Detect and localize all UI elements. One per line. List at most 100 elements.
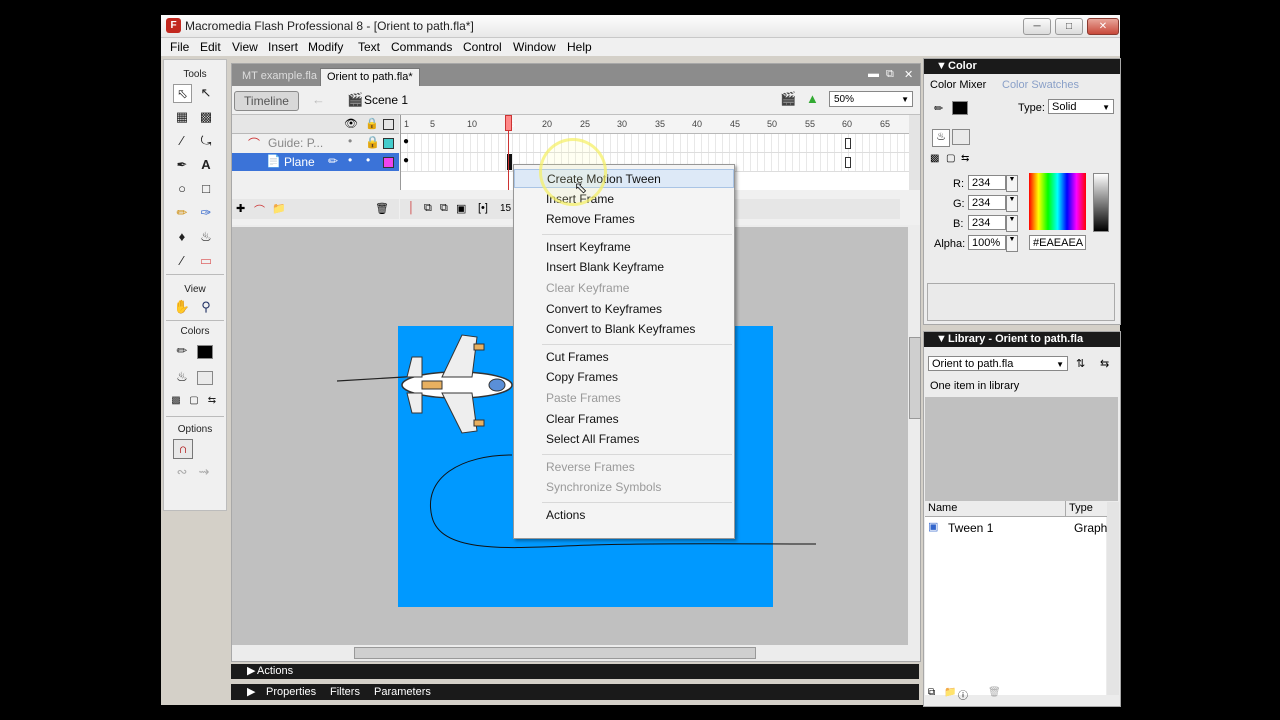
menu-file[interactable]: File bbox=[170, 40, 189, 54]
pen-tool-icon[interactable]: ✒ bbox=[173, 156, 191, 174]
r-dropdown-icon[interactable]: ▼ bbox=[1006, 175, 1018, 192]
keyframe-dot-icon[interactable]: ● bbox=[403, 136, 409, 147]
eraser-tool-icon[interactable]: ▭ bbox=[197, 252, 215, 270]
lasso-tool-icon[interactable]: ⤿ bbox=[197, 132, 215, 150]
menu-insert[interactable]: Insert bbox=[268, 40, 298, 54]
arrow-tool-icon[interactable]: ⬁ bbox=[173, 84, 192, 103]
timeline-toggle-button[interactable]: Timeline bbox=[234, 91, 299, 111]
properties-panel-bar[interactable]: ▶ Properties Filters Parameters bbox=[231, 684, 919, 700]
edit-scene-icon[interactable]: 🎬 bbox=[780, 91, 796, 107]
locked-icon[interactable]: 🔒 bbox=[365, 135, 380, 149]
menu-item-cut-frames[interactable]: Cut Frames bbox=[514, 348, 734, 367]
back-arrow-icon[interactable]: ← bbox=[312, 92, 325, 107]
free-transform-tool-icon[interactable]: ▦ bbox=[173, 108, 191, 126]
swap-colors-icon[interactable]: ⇆ bbox=[203, 392, 221, 410]
fill-transform-tool-icon[interactable]: ▩ bbox=[197, 108, 215, 126]
delete-icon[interactable]: 🗑 bbox=[988, 687, 1001, 698]
visible-dot-icon[interactable]: • bbox=[348, 153, 352, 167]
menu-text[interactable]: Text bbox=[358, 40, 380, 54]
insert-folder-icon[interactable]: 📁 bbox=[272, 202, 286, 215]
library-doc-select[interactable]: Orient to path.fla ▼ bbox=[928, 356, 1068, 371]
eyedropper-tool-icon[interactable]: ∕ bbox=[173, 252, 191, 270]
tab-mt-example[interactable]: MT example.fla bbox=[236, 68, 323, 85]
tab-orient-to-path[interactable]: Orient to path.fla* bbox=[320, 68, 420, 86]
new-symbol-icon[interactable]: ⧉ bbox=[928, 687, 935, 698]
hand-tool-icon[interactable]: ✋ bbox=[173, 298, 191, 316]
line-tool-icon[interactable]: ∕ bbox=[173, 132, 191, 150]
frame-row-guide[interactable]: ● bbox=[401, 134, 909, 153]
tab-filters[interactable]: Filters bbox=[330, 684, 360, 700]
alpha-input[interactable]: 100% bbox=[968, 235, 1006, 250]
menu-window[interactable]: Window bbox=[513, 40, 556, 54]
ink-bottle-tool-icon[interactable]: ♦ bbox=[173, 228, 191, 246]
fill-swatch[interactable] bbox=[952, 129, 970, 145]
menu-edit[interactable]: Edit bbox=[200, 40, 221, 54]
b-input[interactable]: 234 bbox=[968, 215, 1006, 230]
tab-properties[interactable]: Properties bbox=[266, 684, 316, 700]
color-panel-header[interactable]: ▼ Color bbox=[924, 59, 1120, 74]
lock-icon[interactable]: 🔒 bbox=[365, 117, 379, 130]
frame-ruler[interactable]: 1 5 10 15 20 25 30 35 40 45 50 55 60 65 bbox=[401, 115, 909, 134]
hex-input[interactable]: #EAEAEA bbox=[1029, 235, 1086, 250]
layer-row-guide[interactable]: ⌒ Guide: P... • 🔒 bbox=[232, 134, 399, 152]
no-color-icon[interactable]: ▢ bbox=[185, 392, 203, 410]
stroke-swatch[interactable] bbox=[952, 101, 968, 115]
pin-library-icon[interactable]: ⇆ bbox=[1100, 357, 1109, 370]
modify-markers-icon[interactable]: [•] bbox=[478, 202, 488, 214]
rectangle-tool-icon[interactable]: □ bbox=[197, 180, 215, 198]
smooth-icon[interactable]: ∾ bbox=[173, 463, 191, 481]
tab-color-mixer[interactable]: Color Mixer bbox=[930, 79, 986, 91]
menu-control[interactable]: Control bbox=[463, 40, 502, 54]
text-tool-icon[interactable]: A bbox=[197, 156, 215, 174]
menu-view[interactable]: View bbox=[232, 40, 258, 54]
properties-icon[interactable]: ⓘ bbox=[958, 687, 968, 702]
minimize-button[interactable]: ─ bbox=[1023, 18, 1051, 35]
edit-symbols-icon[interactable]: ▲ bbox=[806, 91, 819, 106]
menu-item-select-all-frames[interactable]: Select All Frames bbox=[514, 430, 734, 449]
no-color-icon[interactable]: ▢ bbox=[946, 153, 955, 164]
menu-help[interactable]: Help bbox=[567, 40, 592, 54]
oval-tool-icon[interactable]: ○ bbox=[173, 180, 191, 198]
snap-magnet-icon[interactable]: ∩ bbox=[173, 439, 193, 459]
straighten-icon[interactable]: ⇝ bbox=[195, 463, 213, 481]
zoom-select[interactable]: 50% ▼ bbox=[829, 91, 913, 107]
maximize-button[interactable]: □ bbox=[1055, 18, 1083, 35]
swap-colors-icon[interactable]: ⇆ bbox=[961, 153, 969, 164]
stroke-color-icon[interactable]: ✏ bbox=[173, 342, 191, 360]
onion-outline-icon[interactable]: ⧉ bbox=[440, 202, 448, 215]
stroke-color-swatch[interactable] bbox=[197, 345, 213, 359]
color-spectrum[interactable] bbox=[1029, 173, 1086, 230]
r-input[interactable]: 234 bbox=[968, 175, 1006, 190]
column-name[interactable]: Name bbox=[928, 502, 957, 514]
minimize-doc-icon[interactable]: ▬ bbox=[868, 68, 879, 80]
new-library-icon[interactable]: ⇅ bbox=[1076, 357, 1085, 370]
black-white-icon[interactable]: ▩ bbox=[167, 392, 185, 410]
tab-color-swatches[interactable]: Color Swatches bbox=[1002, 79, 1079, 91]
actions-panel-bar[interactable]: ▶ Actions bbox=[231, 664, 919, 679]
menu-item-copy-frames[interactable]: Copy Frames bbox=[514, 368, 734, 387]
library-panel-header[interactable]: ▼ Library - Orient to path.fla bbox=[924, 332, 1120, 347]
close-button[interactable]: ✕ bbox=[1087, 18, 1119, 35]
playhead[interactable] bbox=[505, 115, 512, 190]
lock-dot-icon[interactable]: • bbox=[366, 153, 370, 167]
keyframe-dot-icon[interactable]: ● bbox=[403, 155, 409, 166]
layer-color-swatch[interactable] bbox=[383, 138, 394, 149]
fill-color-icon[interactable]: ♨ bbox=[173, 368, 191, 386]
restore-doc-icon[interactable]: ⧉ bbox=[886, 68, 894, 81]
library-vscroll[interactable] bbox=[1107, 502, 1119, 695]
black-white-icon[interactable]: ▩ bbox=[930, 153, 939, 164]
edit-multiple-icon[interactable]: ▣ bbox=[456, 202, 466, 215]
paint-bucket-tool-icon[interactable]: ♨ bbox=[197, 228, 215, 246]
g-input[interactable]: 234 bbox=[968, 195, 1006, 210]
menu-item-insert-keyframe[interactable]: Insert Keyframe bbox=[514, 238, 734, 257]
brush-tool-icon[interactable]: ✑ bbox=[197, 204, 215, 222]
g-dropdown-icon[interactable]: ▼ bbox=[1006, 195, 1018, 212]
menu-item-insert-blank-keyframe[interactable]: Insert Blank Keyframe bbox=[514, 258, 734, 277]
onion-skin-icon[interactable]: ⧉ bbox=[424, 202, 432, 215]
new-folder-icon[interactable]: 📁 bbox=[944, 687, 956, 698]
tab-parameters[interactable]: Parameters bbox=[374, 684, 431, 700]
layer-color-swatch[interactable] bbox=[383, 157, 394, 168]
fill-color-swatch[interactable] bbox=[197, 371, 213, 385]
column-type[interactable]: Type bbox=[1069, 502, 1093, 514]
pencil-tool-icon[interactable]: ✏ bbox=[173, 204, 191, 222]
